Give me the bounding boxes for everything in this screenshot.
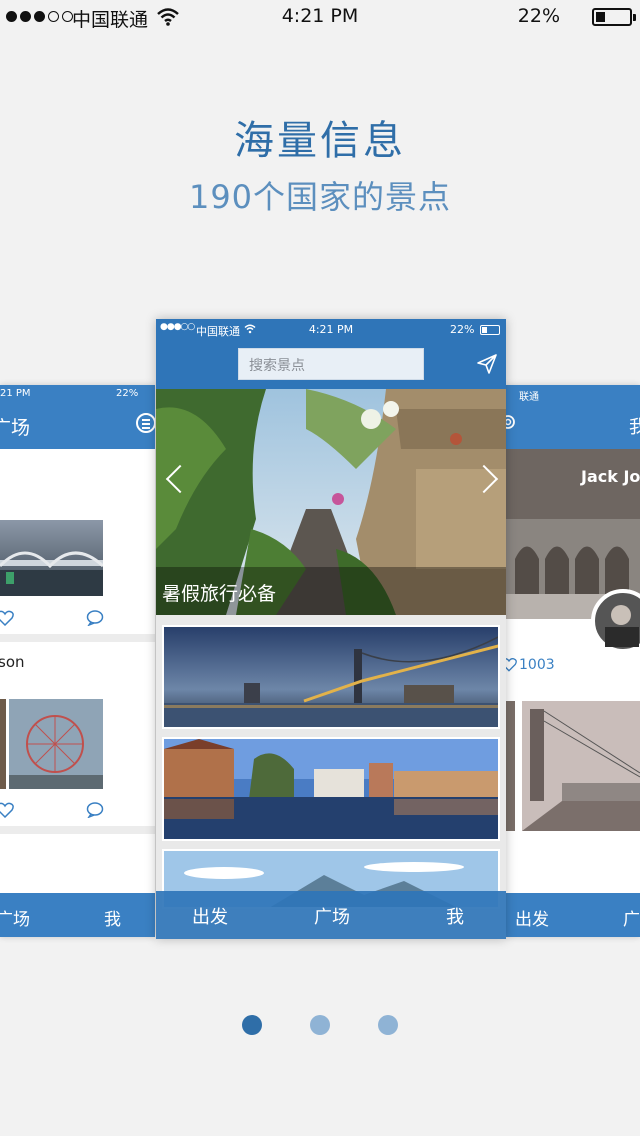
right-card-tab-bar: 出发 广: [505, 893, 640, 937]
like-icon[interactable]: [0, 802, 14, 818]
right-card-title: 我: [629, 417, 640, 438]
gear-icon[interactable]: [505, 413, 517, 431]
battery-icon: [592, 8, 636, 26]
tab-me[interactable]: 我: [104, 905, 121, 930]
divider: [0, 826, 155, 834]
battery-percent: 22%: [517, 5, 560, 27]
left-card-header: 广场: [0, 403, 155, 449]
hero-caption: 暑假旅行必备: [156, 567, 506, 615]
left-card-title: 广场: [0, 417, 31, 439]
photo-brooklyn-bridge: [522, 701, 640, 831]
profile-name: Jack Jo: [581, 467, 640, 486]
phone-header: 搜索景点: [156, 341, 506, 389]
page-indicator-dot[interactable]: [310, 1015, 330, 1035]
right-card-status-bar: 联通: [505, 385, 640, 403]
comment-icon[interactable]: [86, 610, 104, 626]
tab-square[interactable]: 广场: [314, 903, 350, 929]
right-card-header: 我: [505, 403, 640, 449]
page-title: 海量信息: [234, 118, 406, 164]
page-indicator-dot[interactable]: [242, 1015, 262, 1035]
tab-depart[interactable]: 出发: [192, 903, 228, 929]
send-icon[interactable]: [476, 353, 498, 375]
center-phone-preview[interactable]: ●●●○○ 中国联通 4:21 PM 22% 搜索景点 暑假旅行必备 出发 广场…: [156, 319, 506, 939]
phone-tab-bar: 出发 广场 我: [156, 891, 506, 939]
status-bar: 中国联通 4:21 PM 22%: [0, 0, 640, 34]
left-card-tab-bar: 广场 我: [0, 893, 155, 937]
tab-square[interactable]: 广场: [0, 905, 30, 930]
photo-thumb-left: [505, 701, 515, 831]
photo-manhattan-bridge[interactable]: [162, 625, 500, 729]
page-indicator-dot[interactable]: [378, 1015, 398, 1035]
like-count: 1003: [519, 657, 555, 673]
menu-icon[interactable]: [136, 413, 155, 433]
comment-icon[interactable]: [86, 802, 104, 818]
feed-photo-ferris-wheel: [0, 699, 103, 789]
left-preview-card[interactable]: 21 PM 22% 广场 son 广场 我: [0, 385, 155, 937]
feed-photo-bridge: [0, 520, 103, 596]
tab-square[interactable]: 广: [623, 905, 640, 930]
phone-status-bar: ●●●○○ 中国联通 4:21 PM 22%: [156, 319, 506, 341]
left-card-status-bar: 21 PM 22%: [0, 385, 155, 403]
right-preview-card[interactable]: 联通 我 Jack Jo 1003 出发 广: [505, 385, 640, 937]
search-input[interactable]: 搜索景点: [238, 348, 424, 380]
like-icon[interactable]: [505, 657, 517, 672]
like-icon[interactable]: [0, 610, 14, 626]
tab-me[interactable]: 我: [446, 903, 464, 929]
photo-waterfront-town[interactable]: [162, 737, 500, 841]
tab-depart[interactable]: 出发: [515, 905, 549, 930]
divider: [0, 634, 155, 642]
phone-battery-percent: 22%: [450, 323, 475, 336]
avatar[interactable]: [591, 589, 640, 653]
page-subtitle: 190个国家的景点: [188, 178, 452, 216]
battery-icon: [480, 325, 500, 335]
hero-carousel[interactable]: 暑假旅行必备: [156, 389, 506, 615]
feed-author-name: son: [0, 653, 25, 671]
